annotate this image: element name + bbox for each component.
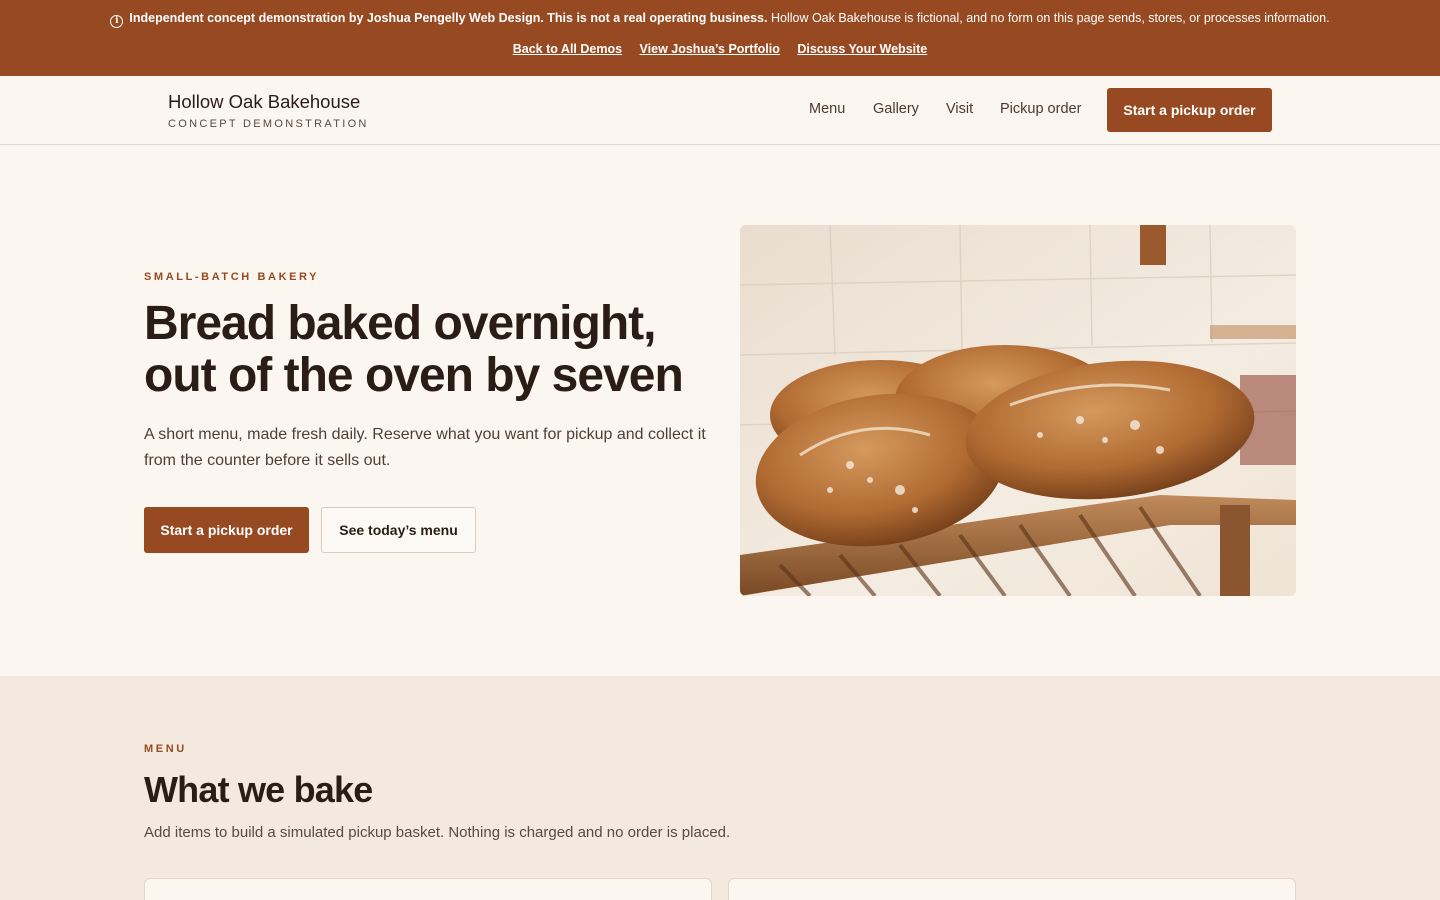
demo-notice-rest: Hollow Oak Bakehouse is fictional, and n… (770, 11, 1330, 25)
hero-subtitle: A short menu, made fresh daily. Reserve … (144, 426, 706, 469)
nav-menu[interactable]: Menu (809, 101, 845, 117)
menu-title: What we bake (144, 769, 373, 810)
menu-eyebrow: MENU (144, 743, 187, 755)
demo-notice-bold: Independent concept demonstration by Jos… (129, 11, 768, 25)
menu-section: MENU What we bake Add items to build a s… (0, 676, 1440, 900)
discuss-website-link[interactable]: Discuss Your Website (797, 42, 927, 56)
bread-loaves-photo (740, 225, 1296, 596)
see-menu-button[interactable]: See today’s menu (321, 507, 476, 553)
hero-title-line2: out of the oven by seven (144, 349, 684, 402)
demo-links: Back to All Demos View Joshua’s Portfoli… (0, 41, 1440, 57)
nav-pickup-order[interactable]: Pickup order (1000, 101, 1081, 117)
demo-notice: i Independent concept demonstration by Jo… (0, 10, 1440, 28)
menu-item-card (728, 878, 1296, 900)
portfolio-link[interactable]: View Joshua’s Portfolio (640, 42, 780, 56)
menu-item-card (144, 878, 712, 900)
nav-gallery[interactable]: Gallery (873, 101, 919, 117)
hero-eyebrow: SMALL-BATCH BAKERY (144, 271, 320, 283)
demo-banner: i Independent concept demonstration by Jo… (0, 0, 1440, 76)
site-header: Hollow Oak Bakehouse CONCEPT DEMONSTRATI… (0, 76, 1440, 145)
nav-visit[interactable]: Visit (946, 101, 973, 117)
menu-subtitle: Add items to build a simulated pickup ba… (144, 824, 731, 841)
bread-photo-illustration (740, 225, 1296, 596)
hero-title-line1: Bread baked overnight, (144, 297, 656, 350)
brand-tagline: CONCEPT DEMONSTRATION (168, 118, 369, 130)
header-start-pickup-button[interactable]: Start a pickup order (1107, 88, 1272, 132)
info-icon: i (110, 15, 124, 28)
hero-title: Bread baked overnight, out of the oven b… (144, 298, 704, 402)
hero-start-pickup-button[interactable]: Start a pickup order (144, 507, 309, 553)
brand-name[interactable]: Hollow Oak Bakehouse (168, 91, 360, 113)
back-to-demos-link[interactable]: Back to All Demos (513, 42, 622, 56)
